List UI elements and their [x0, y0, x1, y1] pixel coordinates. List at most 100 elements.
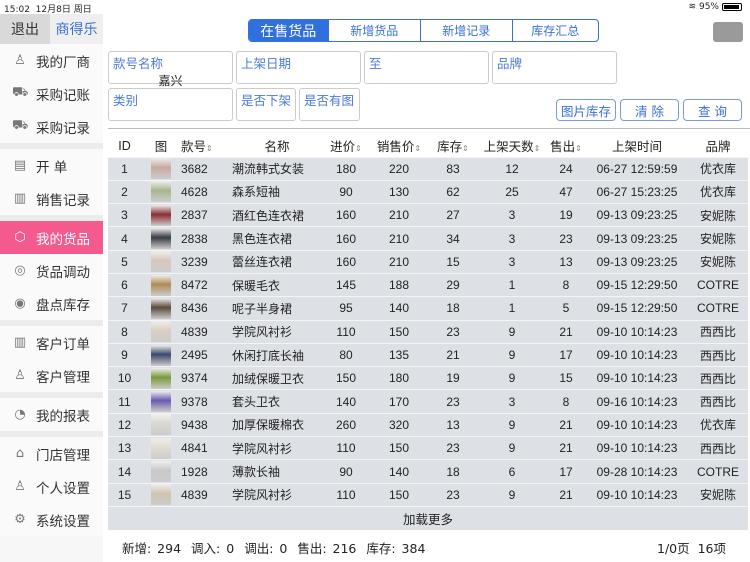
sidebar-item[interactable]: ◔ 我的报表: [0, 398, 103, 431]
category-field[interactable]: 类别: [108, 88, 233, 121]
date-to-field[interactable]: 至: [364, 51, 489, 84]
load-more-button[interactable]: 加载更多: [108, 505, 748, 530]
table-row[interactable]: 12 9438 加厚保暖棉衣 260 320 13 9 21 09-10 10:14:23 优衣库: [108, 412, 748, 437]
column-header[interactable]: 库存⇕: [428, 135, 478, 157]
column-header[interactable]: 销售价⇕: [370, 135, 428, 157]
table-row[interactable]: 13 4841 学院风衬衫 110 150 23 9 21 09-10 10:14:23 西西比: [108, 436, 748, 460]
sidebar-item-label: 客户订单: [36, 336, 90, 353]
table-row[interactable]: 2 4628 森系短袖 90 130 62 25 47 06-27 15:23:25 优衣库: [108, 179, 748, 204]
table-row[interactable]: 11 9378 套头卫衣 140 170 23 3 8 09-16 10:14:23 西西比: [108, 389, 748, 414]
product-image[interactable]: [151, 158, 171, 180]
product-image[interactable]: [151, 414, 171, 436]
table-row[interactable]: 9 2495 休闲打底长袖 80 135 21 9 17 09-10 10:14:23 西西比: [108, 342, 748, 367]
sidebar-item[interactable]: ♙ 我的厂商: [0, 44, 103, 77]
cell: 21: [546, 482, 586, 507]
sidebar-item-label: 开 单: [36, 159, 68, 176]
tab-1[interactable]: 新增货品: [327, 20, 420, 41]
cell: 5: [546, 296, 586, 321]
column-header[interactable]: 售出⇕: [546, 135, 586, 157]
product-image[interactable]: [151, 181, 171, 203]
column-header[interactable]: 上架天数⇕: [478, 135, 546, 157]
sidebar-item[interactable]: ⬡ 我的货品: [0, 221, 103, 254]
tab-3[interactable]: 库存汇总: [511, 20, 599, 41]
sidebar-item-label: 盘点库存: [36, 297, 90, 314]
sidebar-item[interactable]: ▤ 开 单: [0, 149, 103, 182]
header-label: 库存: [437, 140, 463, 155]
cell: 保暖毛衣: [232, 272, 322, 297]
table-row[interactable]: 1 3682 潮流韩式女装 180 220 83 12 24 06-27 12:59:59 优衣库: [108, 156, 748, 181]
table-row[interactable]: 8 4839 学院风衬衫 110 150 23 9 21 09-10 10:14:23 西西比: [108, 319, 748, 344]
cell: 180: [322, 156, 370, 181]
item-count: 16项: [697, 541, 726, 556]
table-row[interactable]: 10 9374 加绒保暖卫衣 150 180 19 9 15 09-10 10:14:23 西西比: [108, 366, 748, 390]
cell: 3239: [181, 249, 232, 274]
cell: 安妮陈: [688, 482, 748, 507]
table-row[interactable]: 3 2837 酒红色连衣裙 160 210 27 3 19 09-13 09:23:25 安妮陈: [108, 203, 748, 227]
brand-field[interactable]: 品牌: [492, 51, 617, 84]
query-button[interactable]: 查 询: [683, 99, 742, 121]
cell: 150: [370, 482, 428, 507]
cell: COTRE: [688, 459, 748, 484]
battery-icon: [722, 3, 742, 11]
product-image[interactable]: [151, 367, 171, 389]
cell: 09-13 09:23:25: [586, 226, 688, 251]
date-from-field[interactable]: 上架日期: [236, 51, 361, 84]
product-image[interactable]: [151, 228, 171, 250]
sidebar-item[interactable]: ◉ 盘点库存: [0, 287, 103, 320]
product-image[interactable]: [151, 274, 171, 296]
tab-0[interactable]: 在售货品: [249, 20, 328, 41]
table-row[interactable]: 4 2838 黑色连衣裙 160 210 34 3 23 09-13 09:23:25 安妮陈: [108, 226, 748, 251]
code-name-field[interactable]: 款号名称 嘉兴: [108, 51, 233, 88]
tab-2[interactable]: 新增记录: [420, 20, 511, 41]
sidebar-item-label: 我的厂商: [36, 54, 90, 71]
table-row[interactable]: 6 8472 保暖毛衣 145 188 29 1 8 09-15 12:29:50 COTRE: [108, 272, 748, 297]
product-image[interactable]: [151, 391, 171, 413]
table-row[interactable]: 14 1928 薄款长袖 90 140 18 6 17 09-28 10:14:23 COTRE: [108, 459, 748, 484]
cell: 13: [546, 249, 586, 274]
image-stock-button[interactable]: 图片库存: [556, 99, 616, 121]
sidebar-item-label: 采购记账: [36, 87, 90, 104]
cell: 17: [546, 459, 586, 484]
cell: 09-10 10:14:23: [586, 319, 688, 344]
product-image[interactable]: [151, 344, 171, 366]
has-image-field[interactable]: 是否有图: [299, 88, 360, 121]
table-row[interactable]: 7 8436 呢子半身裙 95 140 18 1 5 09-15 12:29:50 COTRE: [108, 296, 748, 321]
product-image[interactable]: [151, 461, 171, 482]
sidebar-item[interactable]: ▥ 销售记录: [0, 182, 103, 215]
sidebar-item[interactable]: ◎ 货品调动: [0, 254, 103, 287]
product-image[interactable]: [151, 437, 171, 459]
cell: 优衣库: [688, 412, 748, 437]
delisted-field[interactable]: 是否下架: [236, 88, 296, 121]
product-image[interactable]: [151, 297, 171, 319]
cell: 4628: [181, 179, 232, 204]
sidebar-item[interactable]: ⛟ 采购记录: [0, 110, 103, 143]
sidebar-item[interactable]: ♙ 个人设置: [0, 470, 103, 503]
cell: 呢子半身裙: [232, 296, 322, 321]
product-image[interactable]: [151, 251, 171, 273]
clear-button[interactable]: 清 除: [620, 99, 679, 121]
sort-icon: ⇕: [533, 144, 541, 154]
stat: 调出: 0: [244, 541, 288, 556]
cell: 森系短袖: [232, 179, 322, 204]
column-header: 图: [141, 135, 181, 157]
cell: 170: [370, 389, 428, 414]
column-header[interactable]: 进价⇕: [322, 135, 370, 157]
sidebar-item[interactable]: ♙ 客户管理: [0, 359, 103, 392]
exit-button[interactable]: 退出: [0, 14, 50, 44]
sidebar-item[interactable]: ▥ 客户订单: [0, 326, 103, 359]
keyboard-icon[interactable]: [713, 22, 743, 42]
product-image[interactable]: [151, 321, 171, 343]
product-image[interactable]: [151, 204, 171, 226]
sidebar-item[interactable]: ⚙ 系统设置: [0, 503, 103, 536]
table-row[interactable]: 5 3239 蕾丝连衣裙 160 210 15 3 13 09-13 09:23:25 安妮陈: [108, 249, 748, 274]
cell: 3: [478, 203, 546, 227]
sidebar-item[interactable]: ⛟ 采购记账: [0, 77, 103, 110]
table-row[interactable]: 15 4839 学院风衬衫 110 150 23 9 21 09-10 10:14:23 安妮陈: [108, 482, 748, 507]
product-image[interactable]: [151, 484, 171, 506]
sidebar-item-label: 门店管理: [36, 447, 90, 464]
sidebar-item[interactable]: ⌂ 门店管理: [0, 437, 103, 470]
sidebar-item-label: 采购记录: [36, 120, 90, 137]
column-header[interactable]: 款号⇕: [181, 135, 232, 157]
cell: 西西比: [688, 436, 748, 460]
cell: 西西比: [688, 342, 748, 367]
